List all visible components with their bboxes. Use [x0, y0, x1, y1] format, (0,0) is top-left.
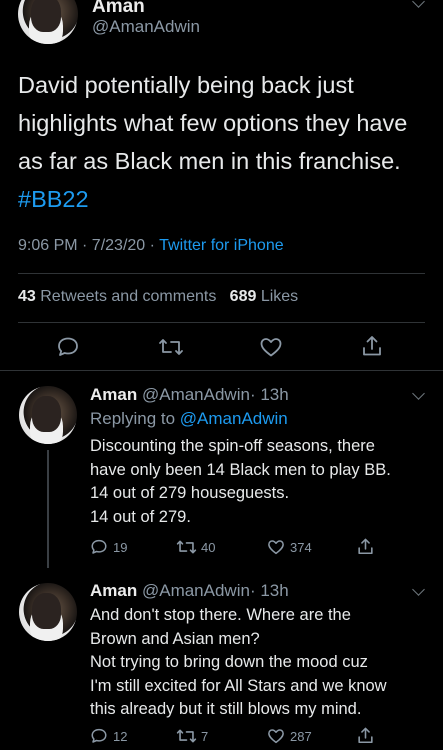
reply-line: 14 out of 279. — [90, 507, 191, 526]
author-name[interactable]: Aman — [90, 581, 137, 600]
reply-header: Aman @AmanAdwin· 13h — [90, 385, 289, 405]
tweet-meta: 9:06 PM · 7/23/20 · Twitter for iPhone — [18, 237, 284, 255]
reply-time: · 13h — [249, 385, 289, 404]
likes-label: Likes — [260, 288, 299, 305]
retweets-stat[interactable]: 43 Retweets and comments — [18, 288, 216, 305]
reply-icon[interactable] — [90, 727, 108, 745]
reply-line: And don't stop there. Where are the — [90, 606, 351, 624]
reply-line: Brown and Asian men? — [90, 629, 260, 648]
divider — [18, 322, 425, 323]
tweet-source[interactable]: Twitter for iPhone — [159, 237, 284, 254]
chevron-down-icon[interactable] — [412, 0, 425, 8]
chevron-down-icon[interactable] — [412, 583, 425, 596]
likes-stat[interactable]: 689 Likes — [230, 288, 299, 305]
avatar[interactable] — [18, 0, 78, 44]
chevron-down-icon[interactable] — [412, 387, 425, 400]
retweets-count: 43 — [18, 288, 36, 305]
like-icon[interactable] — [267, 727, 285, 745]
divider — [18, 273, 425, 274]
like-count: 374 — [290, 540, 312, 555]
retweets-label: Retweets and comments — [40, 288, 217, 305]
reply-header: Aman @AmanAdwin· 13h — [90, 581, 289, 601]
divider — [0, 370, 443, 371]
author-name[interactable]: Aman — [90, 385, 137, 404]
hashtag-link[interactable]: #BB22 — [18, 186, 89, 212]
replying-to-label: Replying to — [90, 409, 180, 428]
reply-text: Discounting the spin-off seasons, there … — [90, 435, 425, 529]
author-handle[interactable]: @AmanAdwin — [142, 581, 250, 600]
reply-line: have only been 14 Black men to play BB. — [90, 460, 391, 479]
retweet-icon[interactable] — [158, 336, 184, 358]
reply-count: 19 — [113, 540, 128, 555]
reply-icon[interactable] — [56, 335, 80, 359]
retweet-icon[interactable] — [176, 538, 197, 556]
like-count: 287 — [290, 729, 312, 744]
share-icon[interactable] — [360, 334, 384, 358]
like-icon[interactable] — [259, 335, 283, 359]
reply-line: I'm still excited for All Stars and we k… — [90, 676, 387, 695]
reply-time: · 13h — [249, 581, 289, 600]
tweet-time: 9:06 PM · 7/23/20 · — [18, 237, 160, 254]
avatar[interactable] — [19, 386, 77, 444]
replying-to-handle[interactable]: @AmanAdwin — [180, 409, 288, 428]
reply-actions: 12 7 287 — [0, 726, 443, 746]
reply-actions: 19 40 374 — [0, 537, 443, 557]
likes-count: 689 — [229, 288, 257, 305]
tweet-actions — [0, 333, 443, 361]
author-handle[interactable]: @AmanAdwin — [142, 385, 250, 404]
like-icon[interactable] — [267, 538, 285, 556]
author-name[interactable]: Aman — [92, 0, 145, 18]
reply-line: 14 out of 279 houseguests. — [90, 484, 290, 502]
share-icon[interactable] — [356, 537, 375, 556]
replying-to: Replying to @AmanAdwin — [90, 409, 288, 429]
avatar[interactable] — [19, 583, 77, 641]
retweet-icon[interactable] — [176, 727, 197, 745]
reply-line: Discounting the spin-off seasons, there — [90, 437, 375, 455]
reply-line: this already but it still blows my mind. — [90, 700, 362, 718]
retweet-count: 40 — [201, 540, 216, 555]
tweet-body: David potentially being back just highli… — [18, 72, 408, 174]
share-icon[interactable] — [356, 726, 375, 745]
author-handle[interactable]: @AmanAdwin — [92, 17, 200, 37]
reply-icon[interactable] — [90, 538, 108, 556]
reply-line: Not trying to bring down the mood cuz — [90, 653, 368, 671]
retweet-count: 7 — [201, 729, 209, 744]
reply-count: 12 — [113, 729, 128, 744]
tweet-stats: 43 Retweets and comments 689 Likes — [18, 288, 298, 306]
reply-text: And don't stop there. Where are the Brow… — [90, 604, 425, 722]
tweet-text: David potentially being back just highli… — [18, 66, 423, 218]
